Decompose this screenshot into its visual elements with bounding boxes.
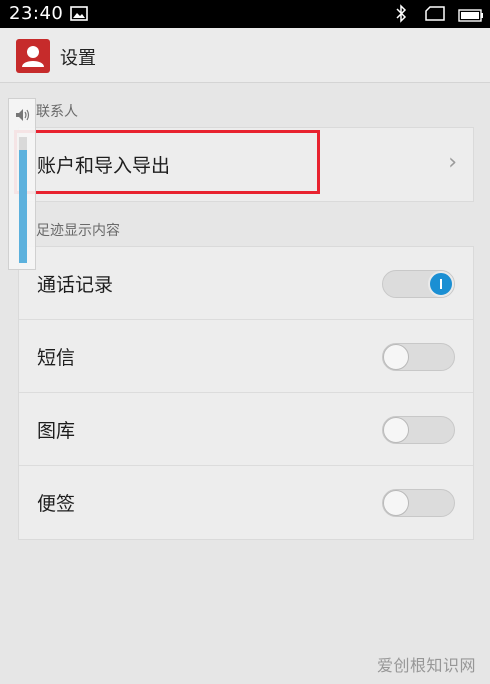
row-label: 图库 xyxy=(37,420,76,442)
gallery-toggle[interactable] xyxy=(382,416,455,444)
section-heading-contacts: 联系人 xyxy=(36,104,78,120)
page-title: 设置 xyxy=(60,48,96,69)
row-gallery[interactable]: 图库 xyxy=(19,393,473,466)
notes-toggle[interactable] xyxy=(382,489,455,517)
highlight-box xyxy=(14,130,320,194)
watermark: 爱创根知识网 xyxy=(376,656,476,675)
picture-icon xyxy=(70,6,88,25)
sms-toggle[interactable] xyxy=(382,343,455,371)
status-time: 23:40 xyxy=(9,3,64,24)
call-log-toggle[interactable] xyxy=(382,270,455,298)
row-label: 通话记录 xyxy=(37,274,114,296)
row-label: 短信 xyxy=(37,347,76,369)
volume-slider[interactable] xyxy=(19,137,27,263)
row-call-log[interactable]: 通话记录 xyxy=(19,247,473,320)
section-heading-footprint: 足迹显示内容 xyxy=(36,223,120,239)
toggle-knob xyxy=(383,417,409,443)
toggle-knob xyxy=(383,490,409,516)
chevron-right-icon: › xyxy=(448,150,457,175)
row-label: 便签 xyxy=(37,493,76,515)
status-bar: 23:40 xyxy=(0,0,490,28)
contact-icon[interactable] xyxy=(16,39,50,73)
footprint-card: 通话记录 短信 图库 便签 xyxy=(18,246,474,540)
battery-icon xyxy=(458,7,484,26)
row-sms[interactable]: 短信 xyxy=(19,320,473,393)
volume-overlay xyxy=(8,98,36,270)
speaker-icon xyxy=(15,107,31,126)
row-notes[interactable]: 便签 xyxy=(19,466,473,539)
volume-level xyxy=(19,149,27,263)
toggle-knob xyxy=(428,271,454,297)
bluetooth-icon xyxy=(395,4,407,27)
screen-icon xyxy=(425,6,445,25)
app-header: 设置 xyxy=(0,28,490,83)
toggle-knob xyxy=(383,344,409,370)
